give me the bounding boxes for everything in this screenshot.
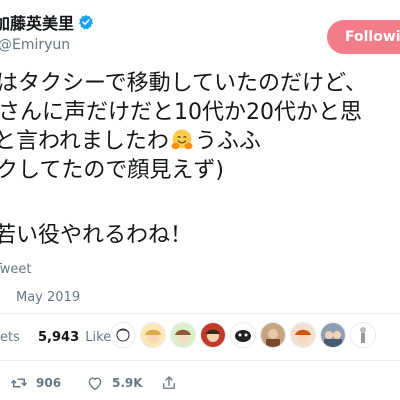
likes-count[interactable]: 5,943 — [38, 330, 79, 345]
retweets-label[interactable]: ets — [0, 330, 20, 345]
avatar-figure-icon — [351, 323, 375, 347]
author-display-name[interactable]: 加藤英美里 — [0, 10, 74, 34]
handle-prefix: @ — [0, 37, 12, 53]
divider — [0, 313, 400, 314]
liker-avatar[interactable] — [200, 322, 226, 348]
like-action[interactable]: 5.9K — [86, 374, 143, 392]
retweet-count: 906 — [36, 376, 62, 390]
avatar-anime-icon — [171, 323, 195, 347]
liker-avatar[interactable] — [110, 322, 136, 348]
retweet-action[interactable]: 906 — [10, 374, 61, 392]
retweet-icon — [11, 378, 27, 388]
avatar-illustration-icon — [201, 323, 225, 347]
tweet-line: さんに声だけだと10代か20代かと思 — [0, 100, 362, 125]
avatar-group-icon — [321, 323, 345, 347]
tweet-line-part: と言われましたわ — [0, 129, 169, 154]
avatar-anime-icon — [291, 323, 315, 347]
tweet-detail: 加藤英美里 @Emiryun Following はタクシーで移動していたのだけ… — [0, 0, 400, 400]
avatar-character-icon — [231, 323, 255, 347]
liker-avatar[interactable] — [320, 322, 346, 348]
liker-avatar[interactable] — [230, 322, 256, 348]
liker-avatar[interactable] — [290, 322, 316, 348]
tweet-line-part: うふふ — [194, 129, 261, 154]
share-icon — [163, 376, 175, 389]
handle-text: Emiryun — [12, 37, 71, 53]
tweet-line: と言われましたわ うふふ — [0, 128, 261, 156]
tweet-line: 若い役やれるわね！ — [0, 223, 193, 248]
liker-avatar[interactable] — [170, 322, 196, 348]
tweet-line: はタクシーで移動していたのだけど、 — [0, 71, 367, 96]
share-action[interactable] — [160, 374, 178, 392]
liker-avatar[interactable] — [260, 322, 286, 348]
avatar-photo-icon — [261, 323, 285, 347]
liker-avatar[interactable] — [350, 322, 376, 348]
avatar-anime-icon — [141, 323, 165, 347]
heart-icon — [88, 377, 102, 391]
tweet-actions: 906 5.9K — [0, 374, 400, 394]
verified-badge-icon — [79, 15, 94, 30]
author-name-row[interactable]: 加藤英美里 — [0, 10, 94, 34]
like-count: 5.9K — [112, 376, 143, 390]
translate-tweet-link[interactable]: Tweet — [0, 262, 32, 277]
hugging-face-emoji-icon — [171, 129, 193, 150]
liker-avatar[interactable] — [140, 322, 166, 348]
divider — [0, 360, 400, 361]
tweet-stats: ets 5,943 Likes — [0, 330, 118, 345]
avatar-drawing-icon — [111, 323, 135, 347]
tweet-line: クしてたので顔見えず) — [0, 158, 224, 183]
author-handle[interactable]: @Emiryun — [0, 37, 70, 53]
tweet-timestamp[interactable]: May 2019 — [16, 290, 80, 305]
following-button[interactable]: Following — [327, 20, 400, 54]
